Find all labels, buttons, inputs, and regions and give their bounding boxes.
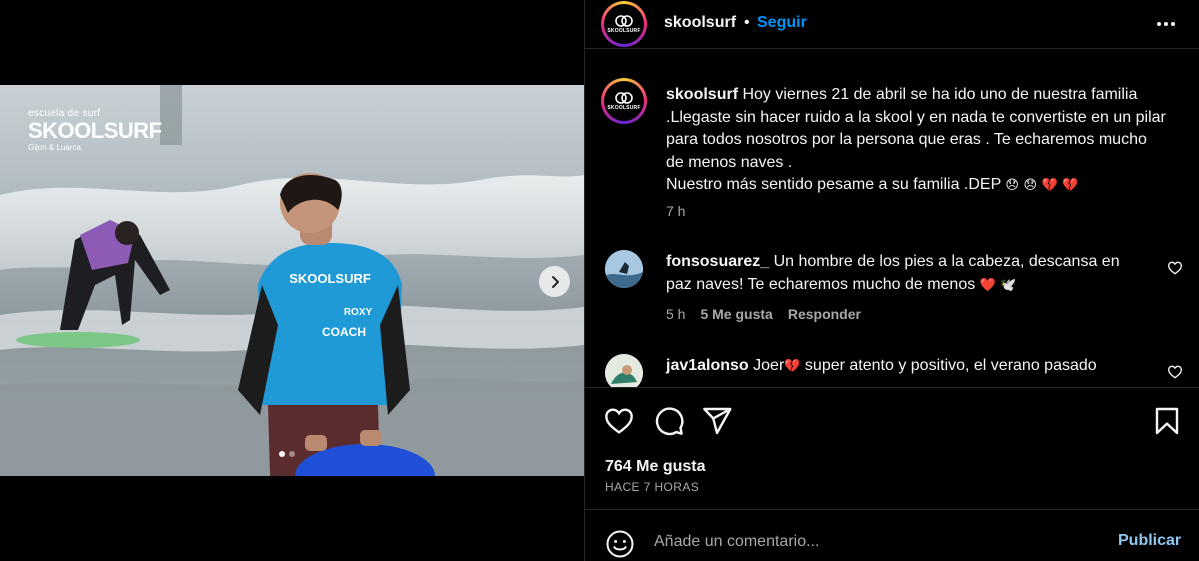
dove-emoji: 🕊️ xyxy=(1000,276,1017,292)
like-button[interactable] xyxy=(603,405,635,437)
post-timestamp[interactable]: HACE 7 HORAS xyxy=(605,480,699,494)
caption-username[interactable]: skoolsurf xyxy=(666,86,738,103)
avatar-photo xyxy=(605,354,643,387)
comment-like-count[interactable]: 5 Me gusta xyxy=(700,306,772,322)
more-dot xyxy=(1171,22,1175,26)
header-avatar[interactable]: SKOOLSURF xyxy=(601,1,647,47)
sad-face-emoji: 😞 xyxy=(1005,177,1019,193)
post-side-panel: SKOOLSURF skoolsurf • Seguir SKOOLSURF s… xyxy=(584,0,1199,561)
comment-username[interactable]: fonsosuarez_ xyxy=(666,253,769,270)
carousel-next-button[interactable] xyxy=(539,266,570,297)
save-button[interactable] xyxy=(1151,405,1183,437)
header-separator: • xyxy=(744,14,750,31)
post-header: SKOOLSURF skoolsurf • Seguir xyxy=(585,0,1199,49)
broken-heart-emoji: 💔 xyxy=(784,358,801,373)
logo-wordmark: SKOOLSURF xyxy=(28,118,162,143)
caption-body-line2: Nuestro más sentido pesame a su familia … xyxy=(666,176,1001,194)
comment-2: jav1alonso Joer💔 super atento y positivo… xyxy=(666,355,1146,378)
sad-face-emoji: 😞 xyxy=(1023,177,1037,193)
follow-button[interactable]: Seguir xyxy=(757,14,807,32)
broken-heart-emoji: 💔 xyxy=(1041,177,1058,193)
share-icon xyxy=(703,407,732,435)
header-username[interactable]: skoolsurf xyxy=(664,14,736,32)
bookmark-icon xyxy=(1155,407,1179,435)
comment-1: fonsosuarez_ Un hombre de los pies a la … xyxy=(666,251,1146,296)
heart-outline-icon xyxy=(1167,261,1183,275)
comment-avatar[interactable] xyxy=(605,250,643,288)
more-dot xyxy=(1164,22,1168,26)
comment-body: Joer xyxy=(753,357,785,374)
red-heart-emoji: ❤️ xyxy=(979,276,996,292)
avatar-logo-text: SKOOLSURF xyxy=(607,104,641,111)
shirt-brand-text: SKOOLSURF xyxy=(289,271,371,286)
comment-meta: 5 h 5 Me gusta Responder xyxy=(666,306,861,322)
avatar-photo xyxy=(605,250,643,288)
logo-rings-icon xyxy=(615,14,633,27)
logo-locations: Gijon & Luarca xyxy=(28,143,81,152)
avatar-logo-text: SKOOLSURF xyxy=(607,27,641,34)
smiley-icon xyxy=(606,530,634,558)
carousel-indicator xyxy=(279,451,295,457)
heart-outline-icon xyxy=(605,408,633,434)
comment-time[interactable]: 5 h xyxy=(666,306,685,322)
post-media-pane: SKOOLSURF ROXY COACH escuela de surf SKO… xyxy=(0,0,584,561)
broken-heart-emoji: 💔 xyxy=(1062,177,1079,193)
comments-list[interactable]: SKOOLSURF skoolsurf Hoy viernes 21 de ab… xyxy=(585,50,1199,387)
shirt-sponsor-text: ROXY xyxy=(344,307,373,318)
comment-button[interactable] xyxy=(653,405,685,437)
comment-avatar[interactable] xyxy=(605,354,643,387)
post-caption: skoolsurf Hoy viernes 21 de abril se ha … xyxy=(666,84,1166,197)
likes-count[interactable]: 764 Me gusta xyxy=(605,458,705,476)
comment-like-button[interactable] xyxy=(1167,364,1183,380)
emoji-picker-button[interactable] xyxy=(605,529,635,559)
comment-input[interactable] xyxy=(654,533,1094,551)
more-horizontal-icon xyxy=(1157,22,1161,26)
comment-body-cont: super atento y positivo, el verano pasad… xyxy=(804,357,1097,374)
caption-avatar[interactable]: SKOOLSURF xyxy=(601,78,647,124)
comment-icon xyxy=(655,407,684,436)
carousel-dot xyxy=(289,451,295,457)
comment-like-button[interactable] xyxy=(1167,260,1183,276)
comment-composer: Publicar xyxy=(585,509,1199,561)
heart-outline-icon xyxy=(1167,365,1183,379)
logo-rings-icon xyxy=(615,91,633,104)
caption-time[interactable]: 7 h xyxy=(666,203,685,219)
caption-body: Hoy viernes 21 de abril se ha ido uno de… xyxy=(666,86,1166,171)
carousel-dot-active xyxy=(279,451,285,457)
post-actions: 764 Me gusta HACE 7 HORAS xyxy=(585,387,1199,509)
reply-button[interactable]: Responder xyxy=(788,306,861,322)
school-logo-overlay: escuela de surf SKOOLSURF Gijon & Luarca xyxy=(28,108,162,153)
shirt-role-text: COACH xyxy=(322,325,366,339)
publish-button[interactable]: Publicar xyxy=(1118,532,1181,550)
more-options-button[interactable] xyxy=(1153,12,1179,36)
comment-username[interactable]: jav1alonso xyxy=(666,357,749,374)
chevron-right-icon xyxy=(551,275,559,288)
share-button[interactable] xyxy=(701,405,733,437)
